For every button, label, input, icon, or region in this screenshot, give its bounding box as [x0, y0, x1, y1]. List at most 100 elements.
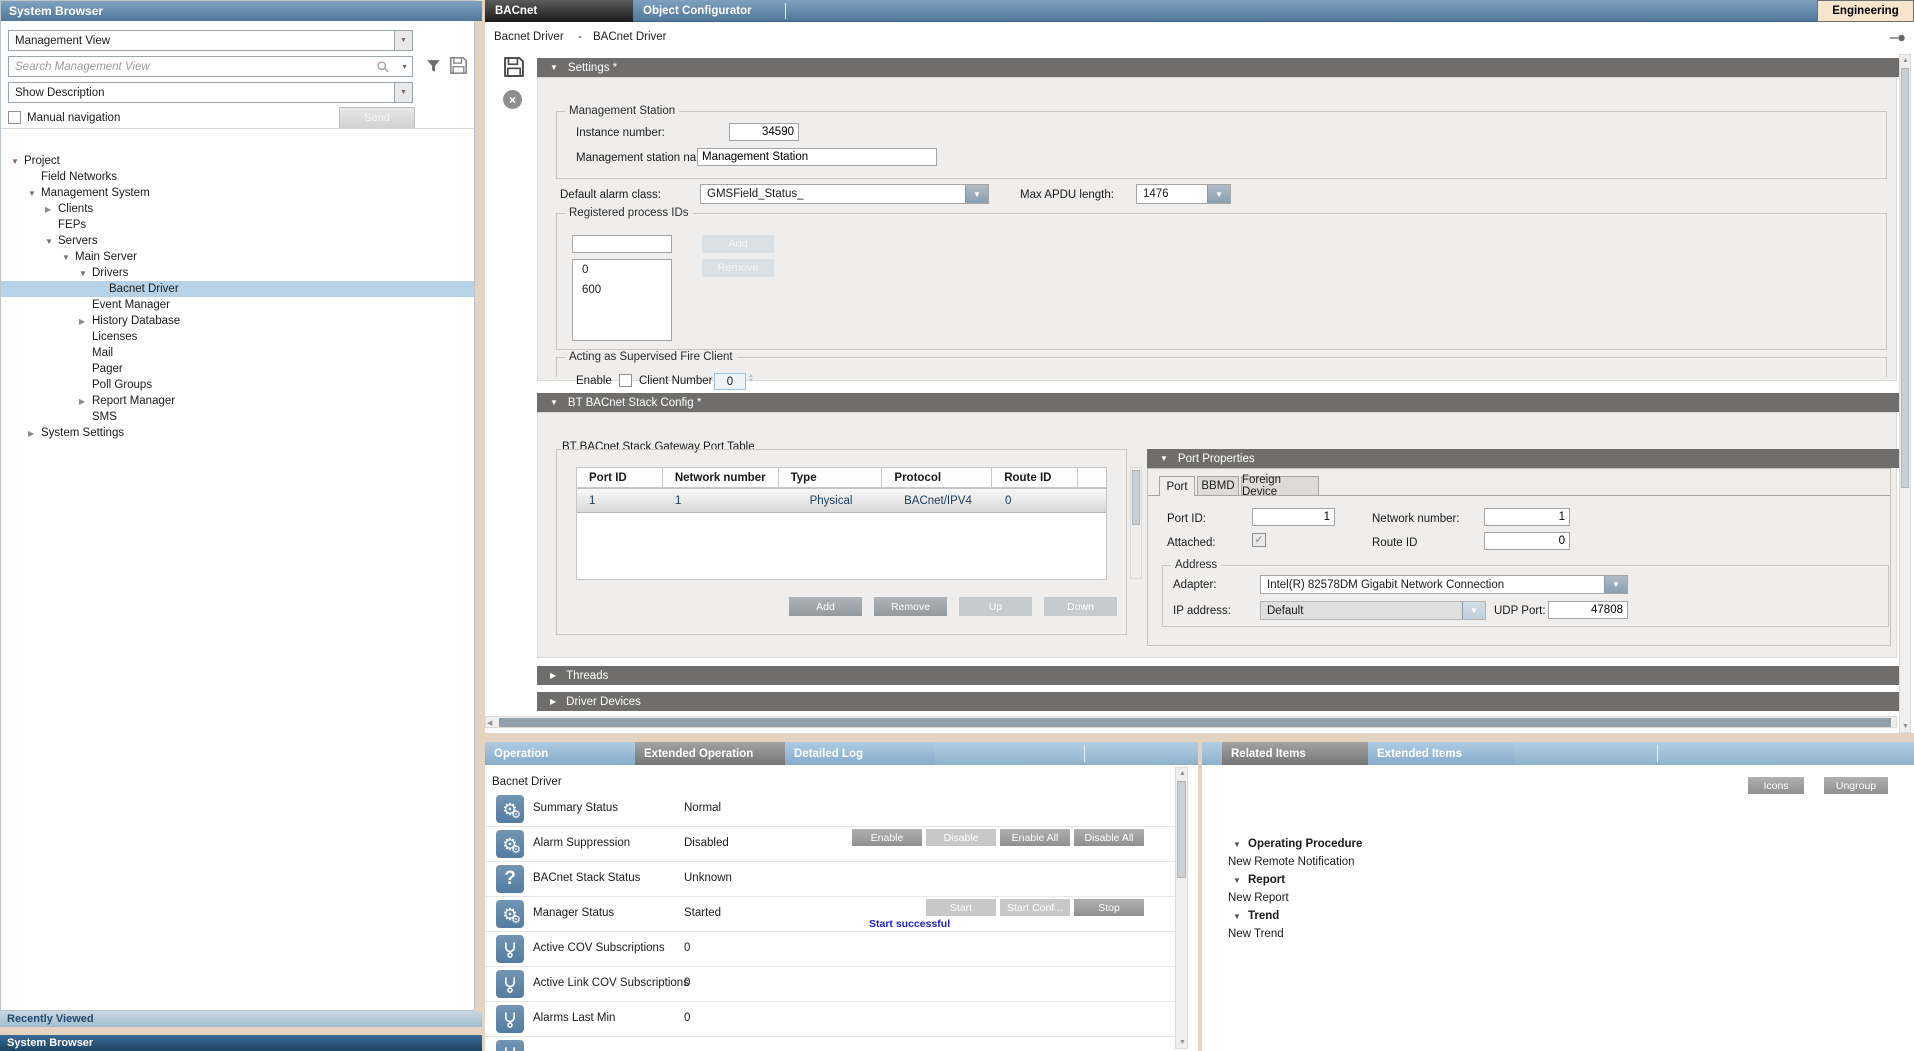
chevron-down-icon[interactable]: ▼	[45, 237, 58, 246]
chevron-down-icon[interactable]: ▼	[1233, 912, 1248, 921]
operation-scrollbar-thumb[interactable]	[1177, 781, 1186, 878]
save-search-icon[interactable]	[449, 56, 468, 75]
scroll-up-icon[interactable]: ▲	[1179, 770, 1186, 777]
client-number-spinner[interactable]: 0	[714, 373, 746, 390]
system-browser-taskbar[interactable]: System Browser	[0, 1035, 482, 1051]
icons-button[interactable]: Icons	[1748, 777, 1804, 794]
spinner-arrows-icon[interactable]: ▲▼	[748, 374, 754, 384]
breadcrumb-primary[interactable]: Bacnet Driver	[494, 31, 564, 43]
chevron-down-icon[interactable]: ▼	[550, 63, 558, 72]
tab-extended-operation[interactable]: Extended Operation	[635, 742, 785, 765]
tree-item-management-system[interactable]: ▼Management System	[1, 185, 474, 201]
default-alarm-class-combobox[interactable]: GMSField_Status_ ▼	[700, 184, 989, 204]
tree-item-field-networks[interactable]: Field Networks	[1, 169, 474, 185]
column-header-route-id[interactable]: Route ID	[992, 468, 1078, 487]
related-item-new-report[interactable]: New Report	[1202, 889, 1902, 907]
instance-number-field[interactable]	[729, 123, 799, 141]
attached-checkbox[interactable]: ✓	[1252, 533, 1266, 547]
recently-viewed-bar[interactable]: Recently Viewed	[0, 1011, 482, 1027]
tree-item-drivers[interactable]: ▼Drivers	[1, 265, 474, 281]
tree-item-clients[interactable]: ▶Clients	[1, 201, 474, 217]
tree-item-history-database[interactable]: ▶History Database	[1, 313, 474, 329]
chevron-right-icon[interactable]: ▶	[550, 671, 556, 680]
vertical-scrollbar-thumb[interactable]	[1901, 68, 1909, 488]
chevron-down-icon[interactable]: ▼	[79, 269, 92, 278]
tree-item-report-manager[interactable]: ▶Report Manager	[1, 393, 474, 409]
engineering-mode-badge[interactable]: Engineering	[1817, 0, 1914, 22]
table-row[interactable]: 11PhysicalBACnet/IPV40	[577, 488, 1106, 513]
related-group-report[interactable]: ▼Report	[1202, 871, 1902, 889]
chevron-down-icon[interactable]: ▼	[965, 185, 988, 203]
pin-icon[interactable]	[1890, 34, 1906, 42]
tree-item-mail[interactable]: Mail	[1, 345, 474, 361]
chevron-down-icon[interactable]: ▼	[1233, 840, 1248, 849]
chevron-down-icon[interactable]: ▼	[550, 398, 558, 407]
scroll-down-icon[interactable]: ▼	[1902, 723, 1909, 730]
discard-changes-button[interactable]: ×	[503, 90, 522, 109]
stack-config-section-header[interactable]: ▼ BT BACnet Stack Config *	[537, 393, 1910, 412]
view-selector-combobox[interactable]: Management View ▼	[8, 30, 413, 51]
chevron-right-icon[interactable]: ▶	[550, 697, 556, 706]
tab-operation[interactable]: Operation	[485, 742, 635, 765]
tree-item-system-settings[interactable]: ▶System Settings	[1, 425, 474, 441]
chevron-down-icon[interactable]: ▼	[62, 253, 75, 262]
horizontal-scrollbar-thumb[interactable]	[499, 718, 1891, 727]
down-button[interactable]: Down	[1044, 597, 1117, 616]
port-tab-port[interactable]: Port	[1159, 476, 1195, 496]
process-id-input[interactable]	[572, 235, 672, 253]
process-id-item[interactable]: 0	[582, 264, 671, 284]
process-id-listbox[interactable]: 0600	[572, 259, 672, 341]
operation-scrollbar[interactable]: ▲ ▼	[1175, 767, 1188, 1049]
chevron-right-icon[interactable]: ▶	[45, 205, 58, 214]
tab-object-configurator[interactable]: Object Configurator	[633, 0, 796, 22]
enable-button[interactable]: Enable	[852, 829, 922, 846]
tree-item-poll-groups[interactable]: Poll Groups	[1, 377, 474, 393]
column-header-protocol[interactable]: Protocol	[882, 468, 992, 487]
chevron-down-icon[interactable]: ▼	[11, 157, 24, 166]
filter-icon[interactable]	[425, 58, 442, 75]
search-input[interactable]: Search Management View ▼	[8, 56, 413, 77]
disable-all-button[interactable]: Disable All	[1074, 829, 1144, 846]
scroll-up-icon[interactable]: ▲	[1902, 57, 1909, 64]
max-apdu-combobox[interactable]: 1476 ▼	[1136, 184, 1231, 204]
related-group-operating-procedure[interactable]: ▼Operating Procedure	[1202, 835, 1902, 853]
tree-item-event-manager[interactable]: Event Manager	[1, 297, 474, 313]
tree-item-project[interactable]: ▼Project	[1, 153, 474, 169]
threads-section-header[interactable]: ▶ Threads	[537, 666, 1910, 685]
add-button[interactable]: Add	[789, 597, 862, 616]
column-header-network-number[interactable]: Network number	[663, 468, 779, 487]
scroll-left-icon[interactable]: ◀	[487, 719, 492, 727]
table-scrollbar[interactable]	[1130, 467, 1142, 579]
tree-item-bacnet-driver[interactable]: Bacnet Driver	[1, 281, 474, 297]
chevron-right-icon[interactable]: ▶	[28, 429, 41, 438]
process-id-item[interactable]: 600	[582, 284, 671, 304]
driver-devices-section-header[interactable]: ▶ Driver Devices	[537, 692, 1910, 711]
fire-client-enable-checkbox[interactable]	[619, 374, 632, 387]
station-name-field[interactable]	[697, 148, 937, 166]
tab-extended-items[interactable]: Extended Items	[1368, 742, 1514, 765]
chevron-down-icon[interactable]: ▼	[28, 189, 41, 198]
tree-item-feps[interactable]: FEPs	[1, 217, 474, 233]
start-button[interactable]: Start	[926, 899, 996, 916]
tree-item-sms[interactable]: SMS	[1, 409, 474, 425]
related-item-new-trend[interactable]: New Trend	[1202, 925, 1902, 943]
horizontal-scrollbar[interactable]: ◀	[485, 716, 1897, 728]
send-button[interactable]: Send	[339, 107, 415, 129]
chevron-down-icon[interactable]: ▼	[1233, 876, 1248, 885]
tab-bacnet[interactable]: BACnet	[485, 0, 633, 22]
chevron-down-icon[interactable]: ▼	[1207, 185, 1230, 203]
stop-button[interactable]: Stop	[1074, 899, 1144, 916]
chevron-down-icon[interactable]: ▼	[1604, 576, 1627, 593]
up-button[interactable]: Up	[959, 597, 1032, 616]
related-group-trend[interactable]: ▼Trend	[1202, 907, 1902, 925]
port-tab-foreign-device[interactable]: Foreign Device	[1241, 476, 1319, 495]
disable-button[interactable]: Disable	[926, 829, 996, 846]
manual-navigation-checkbox[interactable]	[8, 111, 21, 124]
tab-related-items[interactable]: Related Items	[1222, 742, 1368, 765]
port-properties-header[interactable]: ▼ Port Properties	[1147, 449, 1904, 468]
port-tab-bbmd[interactable]: BBMD	[1197, 476, 1239, 495]
scroll-down-icon[interactable]: ▼	[1179, 1039, 1186, 1046]
udp-port-field[interactable]	[1548, 601, 1628, 619]
network-number-field[interactable]	[1484, 508, 1570, 526]
start-conf-button[interactable]: Start Conf...	[1000, 899, 1070, 916]
